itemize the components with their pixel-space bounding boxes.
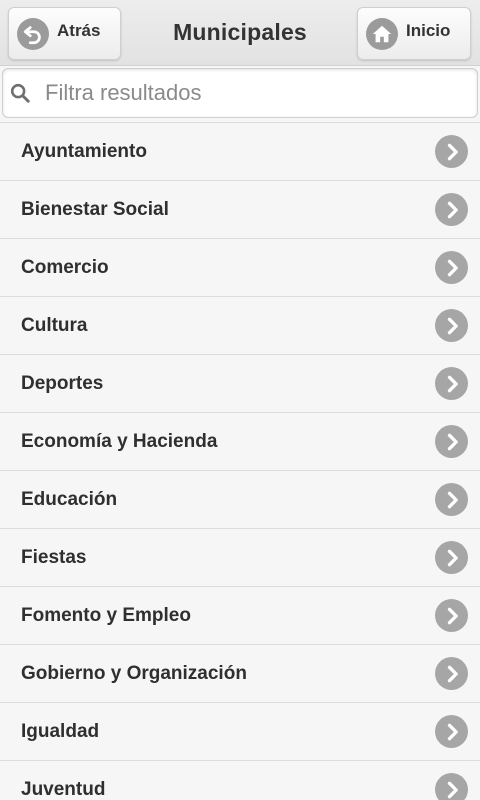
list-item-label: Fomento y Empleo (21, 605, 191, 626)
list-item[interactable]: Deportes (0, 354, 480, 412)
list-item-label: Ayuntamiento (21, 141, 147, 162)
list-item-label: Deportes (21, 373, 104, 394)
list-item[interactable]: Gobierno y Organización (0, 644, 480, 702)
list-item[interactable]: Educación (0, 470, 480, 528)
list-item-label: Comercio (21, 257, 109, 278)
chevron-right-icon (435, 135, 468, 168)
chevron-right-icon (435, 715, 468, 748)
back-button-label: Atrás (57, 20, 101, 40)
list-item-label: Gobierno y Organización (21, 663, 247, 684)
app: Municipales Atrás Inicio Filtra resultad… (0, 0, 480, 800)
search-bar (2, 68, 478, 118)
back-button[interactable]: Atrás (8, 7, 121, 60)
back-arrow-icon (17, 17, 49, 50)
list-item-label: Juventud (21, 779, 106, 800)
list-item[interactable]: Cultura (0, 296, 480, 354)
chevron-right-icon (435, 657, 468, 690)
chevron-right-icon (435, 251, 468, 284)
list-item[interactable]: Igualdad (0, 702, 480, 760)
list-item[interactable]: Fomento y Empleo (0, 586, 480, 644)
list-item[interactable]: Bienestar Social (0, 180, 480, 238)
home-button[interactable]: Inicio (357, 7, 471, 60)
chevron-right-icon (435, 309, 468, 342)
list-item-label: Educación (21, 489, 118, 510)
list-item-label: Cultura (21, 315, 88, 336)
search-icon (9, 82, 31, 104)
list-item-label: Fiestas (21, 547, 87, 568)
chevron-right-icon (435, 483, 468, 516)
home-icon (366, 17, 398, 50)
list-item[interactable]: Juventud (0, 760, 480, 800)
header-bar: Municipales Atrás Inicio (0, 0, 480, 66)
list-item-label: Economía y Hacienda (21, 431, 218, 452)
chevron-right-icon (435, 541, 468, 574)
chevron-right-icon (435, 367, 468, 400)
category-list: Ayuntamiento Bienestar Social Comercio Cult… (0, 122, 480, 800)
chevron-right-icon (435, 425, 468, 458)
list-item[interactable]: Economía y Hacienda (0, 412, 480, 470)
list-item-label: Igualdad (21, 721, 100, 742)
chevron-right-icon (435, 193, 468, 226)
search-input[interactable] (45, 75, 465, 111)
list-item[interactable]: Fiestas (0, 528, 480, 586)
chevron-right-icon (435, 599, 468, 632)
home-button-label: Inicio (406, 20, 451, 40)
list-item[interactable]: Comercio (0, 238, 480, 296)
chevron-right-icon (435, 773, 468, 800)
list-item-label: Bienestar Social (21, 199, 169, 220)
list-item[interactable]: Ayuntamiento (0, 122, 480, 180)
